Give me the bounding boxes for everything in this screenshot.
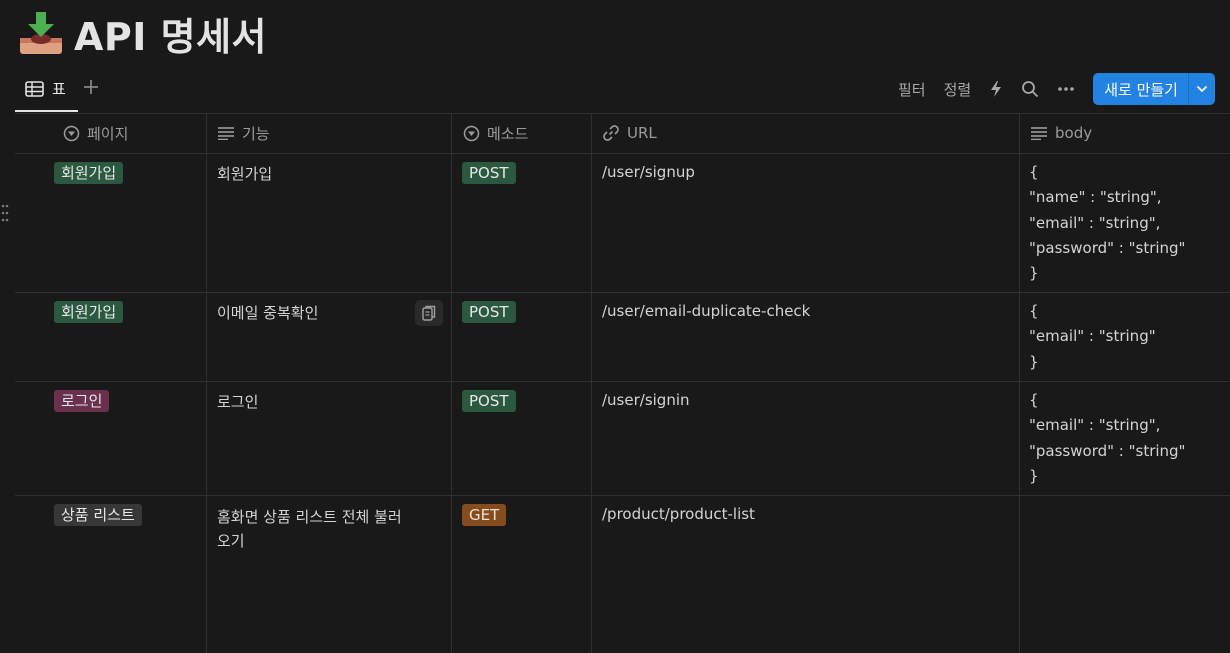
page-cell[interactable]: 로그인 [54, 390, 110, 412]
page-cell[interactable]: 회원가입 [54, 162, 124, 184]
body-line: "email" : "string", [1029, 213, 1161, 232]
select-icon [463, 125, 480, 142]
sort-button[interactable]: 정렬 [944, 79, 972, 100]
inbox-download-icon[interactable] [18, 10, 64, 56]
select-icon [63, 125, 80, 142]
method-tag: POST [462, 162, 516, 184]
method-cell[interactable]: POST [462, 162, 516, 184]
column-header-label: body [1055, 124, 1093, 142]
body-line: } [1029, 352, 1039, 371]
copy-button[interactable] [415, 300, 443, 326]
new-button-dropdown[interactable] [1189, 85, 1215, 93]
column-header-label: URL [627, 124, 657, 142]
plus-icon [84, 80, 98, 94]
text-icon [1030, 126, 1048, 140]
feature-text-line: 오기 [217, 532, 245, 550]
page-title[interactable]: API 명세서 [74, 6, 267, 61]
active-tab-indicator [15, 110, 78, 112]
feature-cell[interactable]: 로그인 [217, 391, 258, 412]
feature-cell[interactable]: 홈화면 상품 리스트 전체 불러 오기 [217, 505, 402, 553]
body-line: "email" : "string" [1029, 327, 1156, 346]
search-icon [1022, 81, 1039, 98]
copy-icon [422, 305, 436, 321]
body-line: { [1029, 302, 1039, 320]
body-line: "password" : "string" [1029, 441, 1186, 460]
database-table: 페이지 기능 메소드 URL body 회원가입 회원가입 POST /user… [0, 113, 1230, 653]
method-tag: GET [462, 504, 507, 526]
column-header-feature[interactable]: 기능 [217, 113, 270, 153]
method-cell[interactable]: GET [462, 504, 507, 526]
drag-handle-icon[interactable] [1, 203, 9, 223]
body-line: "name" : "string", [1029, 188, 1162, 207]
feature-text-line: 홈화면 상품 리스트 전체 불러 [217, 508, 402, 526]
body-line: { [1029, 391, 1039, 409]
tab-table-view[interactable]: 표 [25, 78, 66, 99]
add-view-button[interactable] [83, 78, 99, 100]
table-row[interactable]: 회원가입 회원가입 POST /user/signup { "name" : "… [0, 154, 1230, 292]
view-bar: 표 필터 정렬 새로 만들기 [15, 72, 1215, 112]
more-icon [1058, 87, 1075, 91]
link-icon [602, 124, 620, 142]
url-cell[interactable]: /user/signup [602, 163, 695, 181]
method-cell[interactable]: POST [462, 390, 516, 412]
body-line: } [1029, 466, 1039, 485]
column-header-page[interactable]: 페이지 [63, 113, 128, 153]
table-row[interactable]: 상품 리스트 홈화면 상품 리스트 전체 불러 오기 GET /product/… [0, 496, 1230, 653]
body-line: "password" : "string" [1029, 238, 1186, 257]
url-cell[interactable]: /product/product-list [602, 505, 755, 523]
body-cell[interactable]: { "email" : "string" } [1029, 299, 1156, 375]
column-header-label: 기능 [242, 124, 270, 143]
body-line: } [1029, 264, 1039, 283]
table-row[interactable]: 로그인 로그인 POST /user/signin { "email" : "s… [0, 382, 1230, 495]
body-cell[interactable]: { "email" : "string", "password" : "stri… [1029, 388, 1185, 489]
column-header-url[interactable]: URL [602, 113, 657, 153]
feature-cell[interactable]: 이메일 중복확인 [217, 302, 318, 323]
body-cell[interactable]: { "name" : "string", "email" : "string",… [1029, 160, 1185, 286]
feature-cell[interactable]: 회원가입 [217, 163, 272, 184]
page-tag: 회원가입 [54, 162, 124, 184]
page-cell[interactable]: 회원가입 [54, 301, 124, 323]
page-tag: 로그인 [54, 390, 110, 412]
new-button-label: 새로 만들기 [1104, 80, 1178, 99]
column-header-method[interactable]: 메소드 [463, 113, 528, 153]
page-cell[interactable]: 상품 리스트 [54, 504, 142, 526]
search-button[interactable] [1021, 80, 1039, 98]
method-cell[interactable]: POST [462, 301, 516, 323]
column-header-body[interactable]: body [1030, 113, 1092, 153]
column-header-label: 페이지 [87, 124, 129, 143]
filter-button[interactable]: 필터 [898, 79, 926, 100]
more-button[interactable] [1057, 86, 1075, 92]
table-icon [25, 80, 44, 97]
table-row[interactable]: 회원가입 이메일 중복확인 POST /user/email-duplicate… [0, 293, 1230, 381]
toolbar-actions: 필터 정렬 새로 만들기 [898, 73, 1215, 105]
method-tag: POST [462, 301, 516, 323]
page-header: API 명세서 [18, 6, 267, 61]
tab-table-label: 표 [52, 80, 66, 98]
new-button[interactable]: 새로 만들기 [1093, 73, 1215, 105]
automation-button[interactable] [989, 80, 1003, 98]
column-header-label: 메소드 [487, 124, 529, 143]
body-line: "email" : "string", [1029, 416, 1161, 435]
url-cell[interactable]: /user/email-duplicate-check [602, 302, 810, 320]
lightning-icon [991, 81, 1002, 97]
page-tag: 상품 리스트 [54, 504, 142, 526]
chevron-down-icon [1196, 85, 1208, 93]
text-icon [217, 126, 235, 140]
method-tag: POST [462, 390, 516, 412]
url-cell[interactable]: /user/signin [602, 391, 690, 409]
body-line: { [1029, 163, 1039, 181]
page-tag: 회원가입 [54, 301, 124, 323]
